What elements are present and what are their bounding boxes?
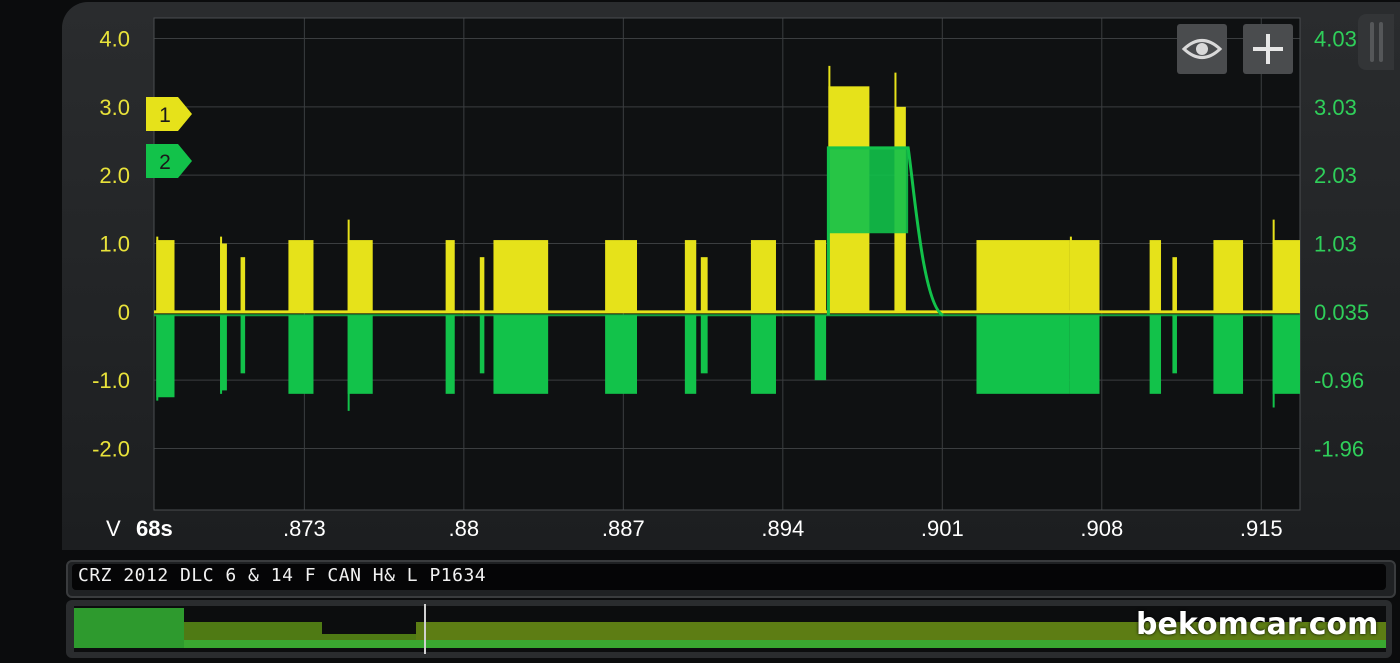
plot-area — [154, 18, 1300, 510]
view-toggle-button[interactable] — [1177, 24, 1227, 74]
y-left-tick-label: 3.0 — [99, 95, 130, 120]
y-right-tick-label: -0.96 — [1314, 368, 1364, 393]
channel-1-burst — [445, 240, 455, 312]
y-right-tick-label: 2.03 — [1314, 163, 1357, 188]
channel-1-burst — [1149, 240, 1162, 312]
channel-2-burst — [684, 315, 697, 394]
channel-2-marker-label: 2 — [159, 151, 171, 174]
channel-1-burst — [1069, 240, 1100, 312]
watermark: bekomcar.com — [1136, 607, 1379, 642]
channel-2-burst — [445, 315, 455, 394]
channel-1-burst — [479, 257, 485, 312]
channel-1-burst — [750, 240, 776, 312]
y-left-tick-label: 0 — [118, 300, 130, 325]
x-tick-label: .887 — [602, 516, 645, 541]
channel-2-burst — [1069, 315, 1100, 394]
y-right-tick-label: -1.96 — [1314, 437, 1364, 462]
x-tick-label: .88 — [449, 516, 480, 541]
channel-1-burst — [156, 240, 175, 312]
unit-label: V — [106, 516, 121, 541]
channel-1-burst — [814, 240, 827, 312]
x-tick-label: .908 — [1080, 516, 1123, 541]
channel-2-burst — [240, 315, 246, 374]
channel-1-burst — [605, 240, 638, 312]
channel-2-burst — [1272, 315, 1300, 394]
channel-2-burst — [1149, 315, 1162, 394]
x-tick-label: .894 — [761, 516, 804, 541]
channel-2-burst — [1213, 315, 1244, 394]
side-panel-handle[interactable] — [1358, 14, 1394, 70]
channel-2-plateau — [828, 147, 909, 234]
channel-2-burst — [347, 315, 373, 394]
channel-2-burst — [493, 315, 549, 394]
channel-2-burst — [1172, 315, 1177, 374]
x-tick-label: .873 — [283, 516, 326, 541]
channel-2-burst — [288, 315, 314, 394]
channel-2-burst — [156, 315, 175, 398]
time-start-label: 68s — [136, 516, 173, 541]
y-left-tick-label: 2.0 — [99, 163, 130, 188]
capture-caption: CRZ 2012 DLC 6 & 14 F CAN H& L P1634 — [78, 565, 487, 586]
channel-1-burst — [1272, 240, 1300, 312]
channel-2-burst — [976, 315, 1070, 394]
eye-icon — [1181, 39, 1223, 59]
add-channel-button[interactable] — [1243, 24, 1293, 74]
grip-icon — [1370, 22, 1383, 62]
channel-1-burst — [347, 240, 373, 312]
channel-2-burst — [605, 315, 638, 394]
y-left-tick-label: 4.0 — [99, 27, 130, 52]
y-right-tick-label: 0.035 — [1314, 300, 1369, 325]
channel-2-burst — [700, 315, 708, 374]
y-right-tick-label: 3.03 — [1314, 95, 1357, 120]
channel-2-burst — [479, 315, 485, 374]
y-left-tick-label: -1.0 — [92, 368, 130, 393]
plus-icon — [1253, 34, 1283, 64]
channel-2-burst — [814, 315, 827, 381]
channel-1-burst — [700, 257, 708, 312]
x-tick-label: .915 — [1240, 516, 1283, 541]
x-tick-label: .901 — [921, 516, 964, 541]
channel-1-burst — [1213, 240, 1244, 312]
y-left-tick-label: -2.0 — [92, 437, 130, 462]
channel-1-marker-label: 1 — [159, 104, 171, 127]
channel-1-burst — [976, 240, 1070, 312]
channel-1-burst — [684, 240, 697, 312]
y-right-tick-label: 4.03 — [1314, 27, 1357, 52]
y-left-tick-label: 1.0 — [99, 232, 130, 257]
channel-1-burst — [288, 240, 314, 312]
channel-1-burst — [493, 240, 549, 312]
channel-1-burst — [240, 257, 246, 312]
y-right-tick-label: 1.03 — [1314, 232, 1357, 257]
channel-2-burst — [750, 315, 776, 394]
oscilloscope-screen: 4.0 3.0 2.0 1.0 0 -1.0 -2.0 4.03 3.03 2.03 1.03 0.0… — [0, 0, 1400, 663]
channel-1-burst — [1172, 257, 1177, 312]
